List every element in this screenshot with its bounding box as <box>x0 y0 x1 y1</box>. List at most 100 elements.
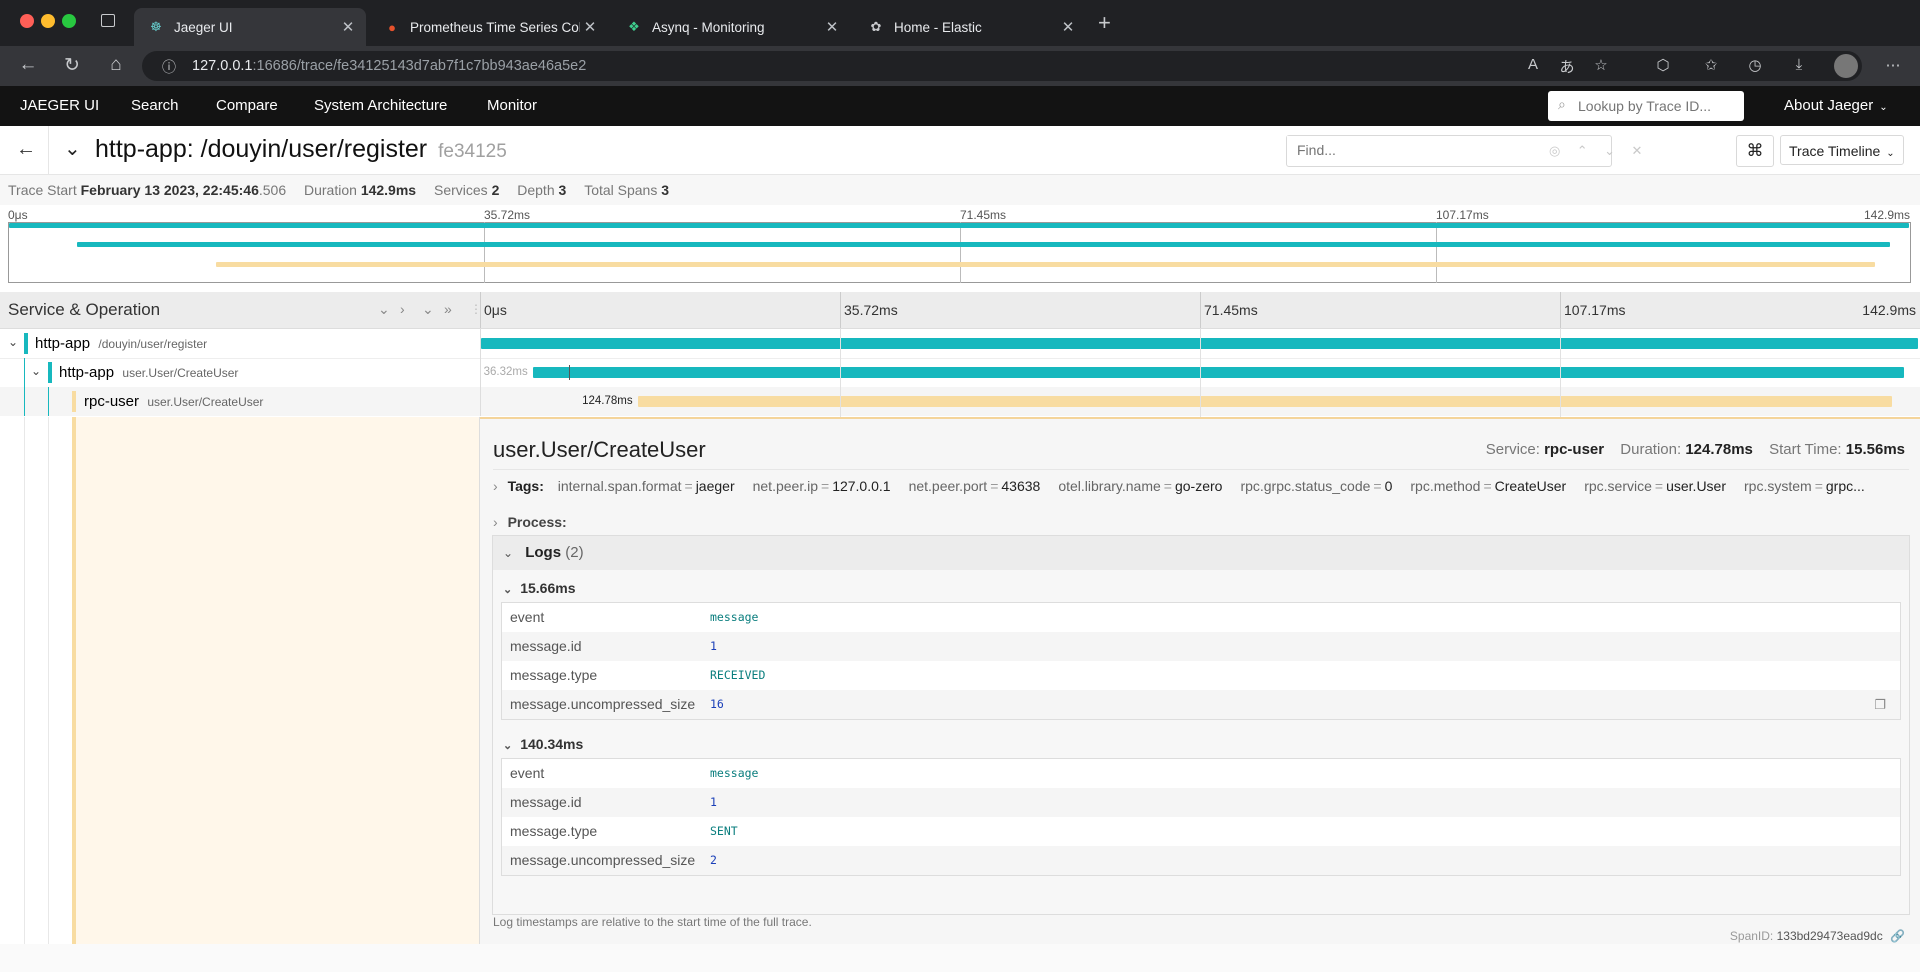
url-text: 127.0.0.1:16686/trace/fe34125143d7ab7f1c… <box>192 58 586 74</box>
tree-guide-line <box>48 417 49 944</box>
minimize-window-icon[interactable] <box>41 14 55 28</box>
tab-title: Home - Elastic <box>894 19 982 35</box>
log-group-header[interactable]: ⌄ 15.66ms <box>503 580 576 596</box>
translate-icon[interactable]: あ <box>1556 56 1578 77</box>
next-result-icon[interactable]: ⌄ <box>1604 143 1615 158</box>
process-row[interactable]: › Process: <box>493 514 567 530</box>
span-row[interactable]: ⌄ http-app /douyin/user/register <box>0 329 1920 359</box>
history-icon[interactable]: ◷ <box>1744 56 1766 74</box>
label: Services <box>433 182 488 198</box>
logs-label: Logs <box>525 544 562 561</box>
collapse-chevron-icon[interactable]: ⌄ <box>503 546 513 560</box>
reload-icon[interactable]: ↻ <box>60 54 84 77</box>
view-select[interactable]: Trace Timeline ⌄ <box>1780 135 1904 165</box>
service-color-bar <box>48 362 52 383</box>
more-icon[interactable]: ⋯ <box>1882 56 1904 74</box>
span-duration-label: 124.78ms <box>582 395 633 407</box>
close-tab-icon[interactable]: ✕ <box>1058 18 1078 36</box>
home-icon[interactable]: ⌂ <box>104 54 128 76</box>
nav-monitor[interactable]: Monitor <box>487 86 537 126</box>
nav-search[interactable]: Search <box>131 86 179 126</box>
read-aloud-icon[interactable]: A <box>1522 56 1544 73</box>
site-info-icon[interactable]: ⓘ <box>162 57 176 77</box>
collapse-chevron-icon[interactable]: ⌄ <box>64 136 81 161</box>
copy-icon[interactable]: ❐ <box>1874 690 1886 719</box>
favorites-icon[interactable]: ✩ <box>1700 56 1722 74</box>
logs-header[interactable]: ⌄ Logs (2) <box>493 536 1909 570</box>
downloads-icon[interactable]: ⤓ <box>1788 56 1810 73</box>
expand-one-icon[interactable]: › <box>400 301 405 317</box>
timeline-tick: 107.17ms <box>1564 302 1626 318</box>
collapse-chevron-icon[interactable]: ⌄ <box>503 584 512 596</box>
tag-item: rpc.grpc.status_code = 0 <box>1240 478 1392 494</box>
close-tab-icon[interactable]: ✕ <box>822 18 842 36</box>
trace-id-lookup[interactable]: ⌕ <box>1548 91 1744 121</box>
summary-depth: Depth 3 <box>517 182 566 198</box>
close-tab-icon[interactable]: ✕ <box>580 18 600 36</box>
find-input[interactable] <box>1287 136 1557 164</box>
summary-trace-start: Trace Start February 13 2023, 22:45:46.5… <box>8 182 286 198</box>
prev-result-icon[interactable]: ⌃ <box>1577 143 1588 158</box>
chevron-down-icon: ⌄ <box>1886 148 1895 159</box>
expand-chevron-icon[interactable]: › <box>493 478 498 494</box>
span-bar[interactable] <box>532 367 1904 378</box>
url-field[interactable]: ⓘ 127.0.0.1:16686/trace/fe34125143d7ab7f… <box>142 51 1862 81</box>
trace-minimap[interactable]: 0μs 35.72ms 71.45ms 107.17ms 142.9ms <box>0 205 1920 287</box>
span-detail-panel: user.User/CreateUser Service: rpc-user D… <box>480 417 1920 946</box>
asynq-favicon-icon: ❖ <box>628 19 640 34</box>
span-name-cell[interactable]: ⌄ http-app /douyin/user/register <box>0 329 480 358</box>
collapse-chevron-icon[interactable]: ⌄ <box>503 740 512 752</box>
new-tab-icon[interactable]: + <box>1098 10 1111 36</box>
link-icon[interactable]: 🔗 <box>1890 929 1905 943</box>
collapse-all-icon[interactable]: ⌄ <box>422 301 434 318</box>
span-name-cell[interactable]: ⌄ http-app user.User/CreateUser <box>0 358 480 387</box>
span-row-selected[interactable]: rpc-user user.User/CreateUser 124.78ms <box>0 387 1920 416</box>
tab-jaeger-ui[interactable]: ☸ Jaeger UI ✕ <box>134 8 366 46</box>
favorite-icon[interactable]: ☆ <box>1590 56 1612 74</box>
back-arrow-icon[interactable]: ← <box>16 138 36 161</box>
about-menu[interactable]: About Jaeger ⌄ <box>1784 86 1888 126</box>
field-value: 2 <box>710 853 717 867</box>
tags-row[interactable]: › Tags: internal.span.format = jaeger net.p… <box>493 478 1903 500</box>
collapse-one-icon[interactable]: ⌄ <box>378 301 390 318</box>
log-field-row: event message <box>502 759 1900 788</box>
brand-link[interactable]: JAEGER UI <box>20 86 99 126</box>
tab-asynq[interactable]: ❖ Asynq - Monitoring ✕ <box>612 8 850 46</box>
clear-find-icon[interactable]: ✕ <box>1632 143 1643 158</box>
span-row[interactable]: ⌄ http-app user.User/CreateUser 36.32ms <box>0 358 1920 388</box>
log-field-row: message.id 1 <box>502 632 1900 661</box>
close-tab-icon[interactable]: ✕ <box>338 18 358 36</box>
tab-title: Prometheus Time Series Collec <box>410 19 580 35</box>
timeline-tick: 35.72ms <box>844 302 898 318</box>
tree-guide-line <box>24 417 25 944</box>
expand-chevron-icon[interactable]: › <box>493 514 498 530</box>
span-service-name: rpc-user <box>84 393 140 410</box>
expand-all-icon[interactable]: » <box>444 301 452 317</box>
keyboard-shortcuts-button[interactable]: ⌘ <box>1736 135 1774 167</box>
extensions-icon[interactable]: ⬡ <box>1652 56 1674 74</box>
field-value: 1 <box>710 795 717 809</box>
browser-address-bar: ← ↻ ⌂ ⓘ 127.0.0.1:16686/trace/fe34125143… <box>0 46 1920 86</box>
field-key: message.type <box>510 667 598 683</box>
tab-prometheus[interactable]: ● Prometheus Time Series Collec ✕ <box>370 8 608 46</box>
log-field-row: message.uncompressed_size 16 ❐ <box>502 690 1900 719</box>
summary-total-spans: Total Spans 3 <box>584 182 669 198</box>
profile-avatar[interactable] <box>1834 54 1858 78</box>
log-group-header[interactable]: ⌄ 140.34ms <box>503 736 583 752</box>
tab-elastic[interactable]: ✿ Home - Elastic ✕ <box>854 8 1086 46</box>
nav-compare[interactable]: Compare <box>216 86 278 126</box>
locate-icon[interactable]: ◎ <box>1549 143 1560 158</box>
tag-key: rpc.service <box>1584 478 1652 494</box>
nav-system-architecture[interactable]: System Architecture <box>314 86 447 126</box>
log-time: 15.66ms <box>520 580 576 596</box>
tab-actions-icon[interactable] <box>101 14 115 27</box>
span-name-cell[interactable]: rpc-user user.User/CreateUser <box>0 387 480 416</box>
trace-id-input[interactable] <box>1576 91 1740 121</box>
collapse-chevron-icon[interactable]: ⌄ <box>31 364 41 378</box>
close-window-icon[interactable] <box>20 14 34 28</box>
back-icon[interactable]: ← <box>16 54 40 76</box>
maximize-window-icon[interactable] <box>62 14 76 28</box>
label: Service: <box>1485 441 1540 458</box>
span-bar[interactable] <box>637 396 1893 407</box>
collapse-chevron-icon[interactable]: ⌄ <box>8 335 18 349</box>
